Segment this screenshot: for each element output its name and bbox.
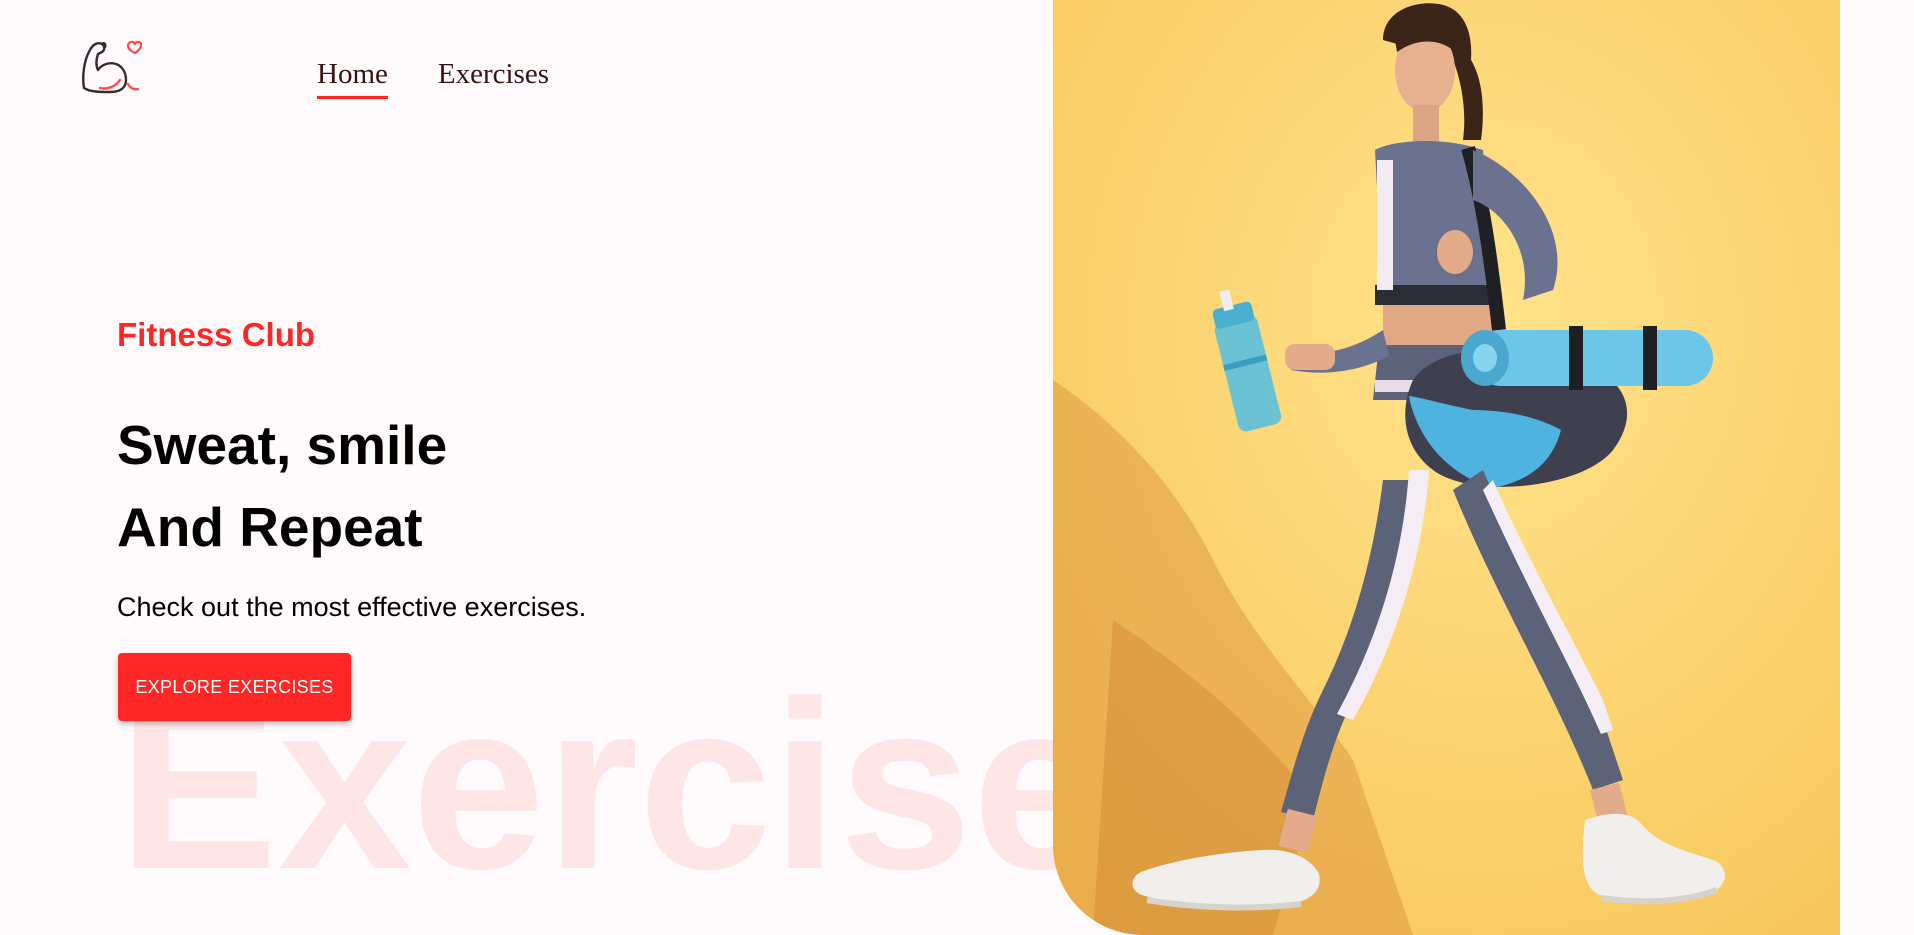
hero-kicker: Fitness Club bbox=[117, 316, 316, 353]
explore-exercises-button[interactable]: EXPLORE EXERCISES bbox=[118, 653, 351, 721]
logo-icon[interactable] bbox=[80, 34, 143, 96]
nav-link-home[interactable]: Home bbox=[317, 60, 388, 99]
hero-subtitle: Check out the most effective exercises. bbox=[117, 592, 587, 622]
hero-title: Sweat, smile And Repeat bbox=[117, 404, 447, 568]
page: Home Exercises Fitness Club Sweat, smile… bbox=[0, 0, 1914, 935]
hero-title-line-1: Sweat, smile bbox=[117, 414, 448, 476]
hero-title-line-2: And Repeat bbox=[117, 496, 423, 558]
nav-link-exercises[interactable]: Exercises bbox=[438, 60, 549, 99]
main-nav: Home Exercises bbox=[317, 60, 549, 99]
hero-banner-image bbox=[1053, 0, 1840, 935]
